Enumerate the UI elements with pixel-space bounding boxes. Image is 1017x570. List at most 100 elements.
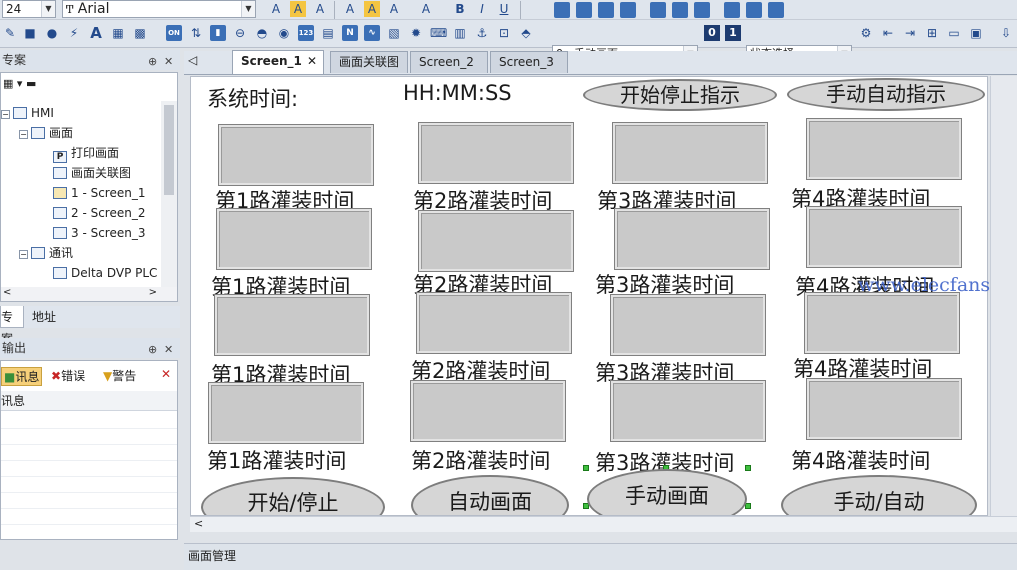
canvas-vertical-scrollbar[interactable]: [990, 76, 1017, 516]
rectangle-icon[interactable]: ■: [22, 25, 38, 41]
fill-time-input-4-4[interactable]: [806, 378, 962, 440]
lamp-icon[interactable]: ◉: [276, 25, 292, 41]
tab-screen-3[interactable]: Screen_3: [490, 51, 568, 73]
fill-time-input-4-3[interactable]: [610, 380, 766, 442]
fill-time-input-3-3[interactable]: [610, 294, 766, 356]
pin-icon[interactable]: ⊕: [148, 52, 157, 72]
fill-time-input-3-1[interactable]: [214, 294, 370, 356]
bold-icon[interactable]: B: [452, 1, 468, 17]
tree-vertical-scrollbar[interactable]: [161, 101, 177, 287]
align-middle-icon[interactable]: [650, 2, 666, 18]
tree-node-screen-2[interactable]: 2 - Screen_2: [53, 205, 145, 221]
fill-time-input-3-4[interactable]: [804, 292, 960, 354]
fill-time-input-2-4[interactable]: [806, 206, 962, 268]
tree-node-screen-3[interactable]: 3 - Screen_3: [53, 225, 145, 241]
import-icon[interactable]: ⇤: [880, 25, 896, 41]
zoom-icon[interactable]: ⊡: [496, 25, 512, 41]
scale-icon[interactable]: ▦: [110, 25, 126, 41]
tree-node-hmi[interactable]: − HMI: [1, 105, 54, 121]
tab-address[interactable]: 地址: [32, 306, 56, 328]
auto-screen-button[interactable]: 自动画面: [411, 475, 569, 515]
selection-handle[interactable]: [583, 465, 589, 471]
monitor-icon[interactable]: ▣: [968, 25, 984, 41]
same-width-icon[interactable]: [694, 2, 710, 18]
fill-time-input-2-1[interactable]: [216, 208, 372, 270]
meter-icon[interactable]: ◓: [254, 25, 270, 41]
alarm-icon[interactable]: ✹: [408, 25, 424, 41]
outline-color-icon[interactable]: A: [386, 1, 402, 17]
start-stop-indicator[interactable]: 开始停止指示: [583, 79, 777, 111]
font-name-select[interactable]: Ͳ Arial ▼: [62, 0, 256, 18]
polyline-icon[interactable]: ⚡: [66, 25, 82, 41]
bar-icon[interactable]: ▮: [210, 25, 226, 41]
xy-chart-icon[interactable]: ▧: [386, 25, 402, 41]
pin-icon[interactable]: ⊕: [148, 340, 157, 360]
layers-icon[interactable]: ⬘: [518, 25, 534, 41]
tree-node-print-screen[interactable]: P 打印画面: [53, 145, 119, 163]
align-top-icon[interactable]: [620, 2, 636, 18]
close-icon[interactable]: ✕: [164, 340, 173, 360]
fill-time-input-3-2[interactable]: [416, 292, 572, 354]
info-filter-button[interactable]: ■讯息: [1, 367, 43, 386]
bg-color-icon[interactable]: A: [364, 1, 380, 17]
collapse-icon[interactable]: ▬: [26, 77, 36, 90]
decrease-font-icon[interactable]: A: [268, 1, 284, 17]
distribute-icon[interactable]: [768, 2, 784, 18]
manual-auto-button[interactable]: 手动/自动: [781, 475, 977, 515]
fill-time-input-4-1[interactable]: [208, 382, 364, 444]
tree-node-communication[interactable]: − 通讯: [19, 245, 73, 261]
state-1-button[interactable]: 1: [725, 25, 741, 41]
scroll-left-icon[interactable]: <: [3, 287, 11, 298]
state-0-button[interactable]: 0: [704, 25, 720, 41]
canvas-horizontal-scrollbar[interactable]: <: [190, 516, 1017, 532]
system-time-display[interactable]: HH:MM:SS: [403, 81, 512, 105]
tab-project[interactable]: 专案: [0, 306, 24, 346]
export-icon[interactable]: ⇥: [902, 25, 918, 41]
same-size-icon[interactable]: [746, 2, 762, 18]
notes-icon[interactable]: N: [342, 25, 358, 41]
scroll-left-icon[interactable]: <: [194, 517, 203, 530]
on-button-icon[interactable]: ON: [166, 25, 182, 41]
fill-time-input-1-1[interactable]: [218, 124, 374, 186]
keypad-icon[interactable]: ⌨: [430, 25, 447, 41]
text-color-icon[interactable]: A: [418, 1, 434, 17]
same-height-icon[interactable]: [724, 2, 740, 18]
align-bottom-icon[interactable]: [672, 2, 688, 18]
start-stop-button[interactable]: 开始/停止: [201, 477, 385, 515]
grid-icon[interactable]: ⊞: [924, 25, 940, 41]
tree-node-device[interactable]: Delta DVP PLC: [53, 265, 157, 281]
underline-icon[interactable]: U: [496, 1, 512, 17]
align-center-icon[interactable]: [576, 2, 592, 18]
tree-node-screen-1[interactable]: 1 - Screen_1: [53, 185, 145, 201]
download-icon[interactable]: ⇩: [998, 25, 1014, 41]
align-left-icon[interactable]: [554, 2, 570, 18]
warning-filter-button[interactable]: ▼警告: [103, 367, 136, 384]
dropdown-icon[interactable]: ▾: [17, 77, 23, 90]
tab-screen-2[interactable]: Screen_2: [410, 51, 488, 73]
tab-relation-screen[interactable]: 画面关联图: [330, 51, 408, 73]
increase-font-icon[interactable]: A: [312, 1, 328, 17]
fill-time-input-1-3[interactable]: [612, 122, 768, 184]
text-icon[interactable]: A: [88, 25, 104, 41]
tab-scroll-left-icon[interactable]: ◁: [188, 53, 197, 67]
tree-node-screens[interactable]: − 画面: [19, 125, 73, 141]
italic-icon[interactable]: I: [474, 1, 490, 17]
manual-auto-indicator[interactable]: 手动自动指示: [787, 78, 985, 111]
pipe-icon[interactable]: ⊖: [232, 25, 248, 41]
tree-node-relation-screen[interactable]: 画面关联图: [53, 165, 131, 181]
table-icon[interactable]: ▩: [132, 25, 148, 41]
trend-icon[interactable]: ∿: [364, 25, 380, 41]
clear-icon[interactable]: ✕: [161, 367, 171, 381]
fill-time-input-1-2[interactable]: [418, 122, 574, 184]
sampling-icon[interactable]: ▥: [452, 25, 468, 41]
fill-time-input-4-2[interactable]: [410, 380, 566, 442]
align-right-icon[interactable]: [598, 2, 614, 18]
fill-time-input-1-4[interactable]: [806, 118, 962, 180]
highlight-font-icon[interactable]: A: [290, 1, 306, 17]
tab-screen-1[interactable]: Screen_1 ✕: [232, 50, 324, 74]
numeric-input-icon[interactable]: 123: [298, 25, 314, 41]
tree-horizontal-scrollbar[interactable]: < >: [1, 287, 177, 301]
anchor-icon[interactable]: ⚓: [474, 25, 490, 41]
window-icon[interactable]: ▭: [946, 25, 962, 41]
font-color-icon[interactable]: A: [342, 1, 358, 17]
